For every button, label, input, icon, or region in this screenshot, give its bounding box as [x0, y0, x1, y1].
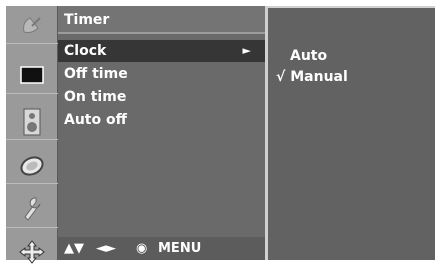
menu-item-label: Off time [64, 66, 128, 82]
option-label: Auto [290, 48, 328, 64]
clock-icon[interactable] [6, 148, 58, 184]
menu-item-label: Clock [64, 43, 107, 59]
menu-item-clock[interactable]: Clock ► [58, 40, 265, 62]
option-label: Manual [290, 69, 348, 85]
menu-hint-label: MENU [158, 241, 202, 256]
satellite-dish-icon[interactable] [6, 8, 58, 44]
picture-screen-icon[interactable] [6, 58, 58, 94]
menu-item-off-time[interactable]: Off time [58, 63, 265, 85]
menu-title-text: Timer [64, 12, 110, 28]
checkmark-icon: √ [276, 69, 286, 85]
nav-hint-bar: ▲▼ ◄► ◉ MENU [58, 237, 265, 260]
menu-item-label: Auto off [64, 112, 127, 128]
speaker-icon[interactable] [6, 104, 58, 140]
option-manual[interactable]: √ Manual [276, 69, 348, 85]
up-down-arrows-icon: ▲▼ [64, 241, 84, 256]
submenu-arrow-icon: ► [242, 44, 251, 57]
menu-item-auto-off[interactable]: Auto off [58, 109, 265, 131]
option-auto[interactable]: Auto [290, 48, 327, 64]
wrench-icon[interactable] [6, 192, 58, 228]
cross-arrows-icon[interactable] [6, 234, 58, 270]
submenu-panel: Auto √ Manual [265, 6, 435, 260]
left-right-arrows-icon: ◄► [96, 241, 116, 256]
menu-item-on-time[interactable]: On time [58, 86, 265, 108]
menu-title: Timer [58, 6, 265, 34]
sidebar [6, 6, 58, 264]
menu-item-label: On time [64, 89, 127, 105]
ok-icon: ◉ [136, 241, 148, 256]
